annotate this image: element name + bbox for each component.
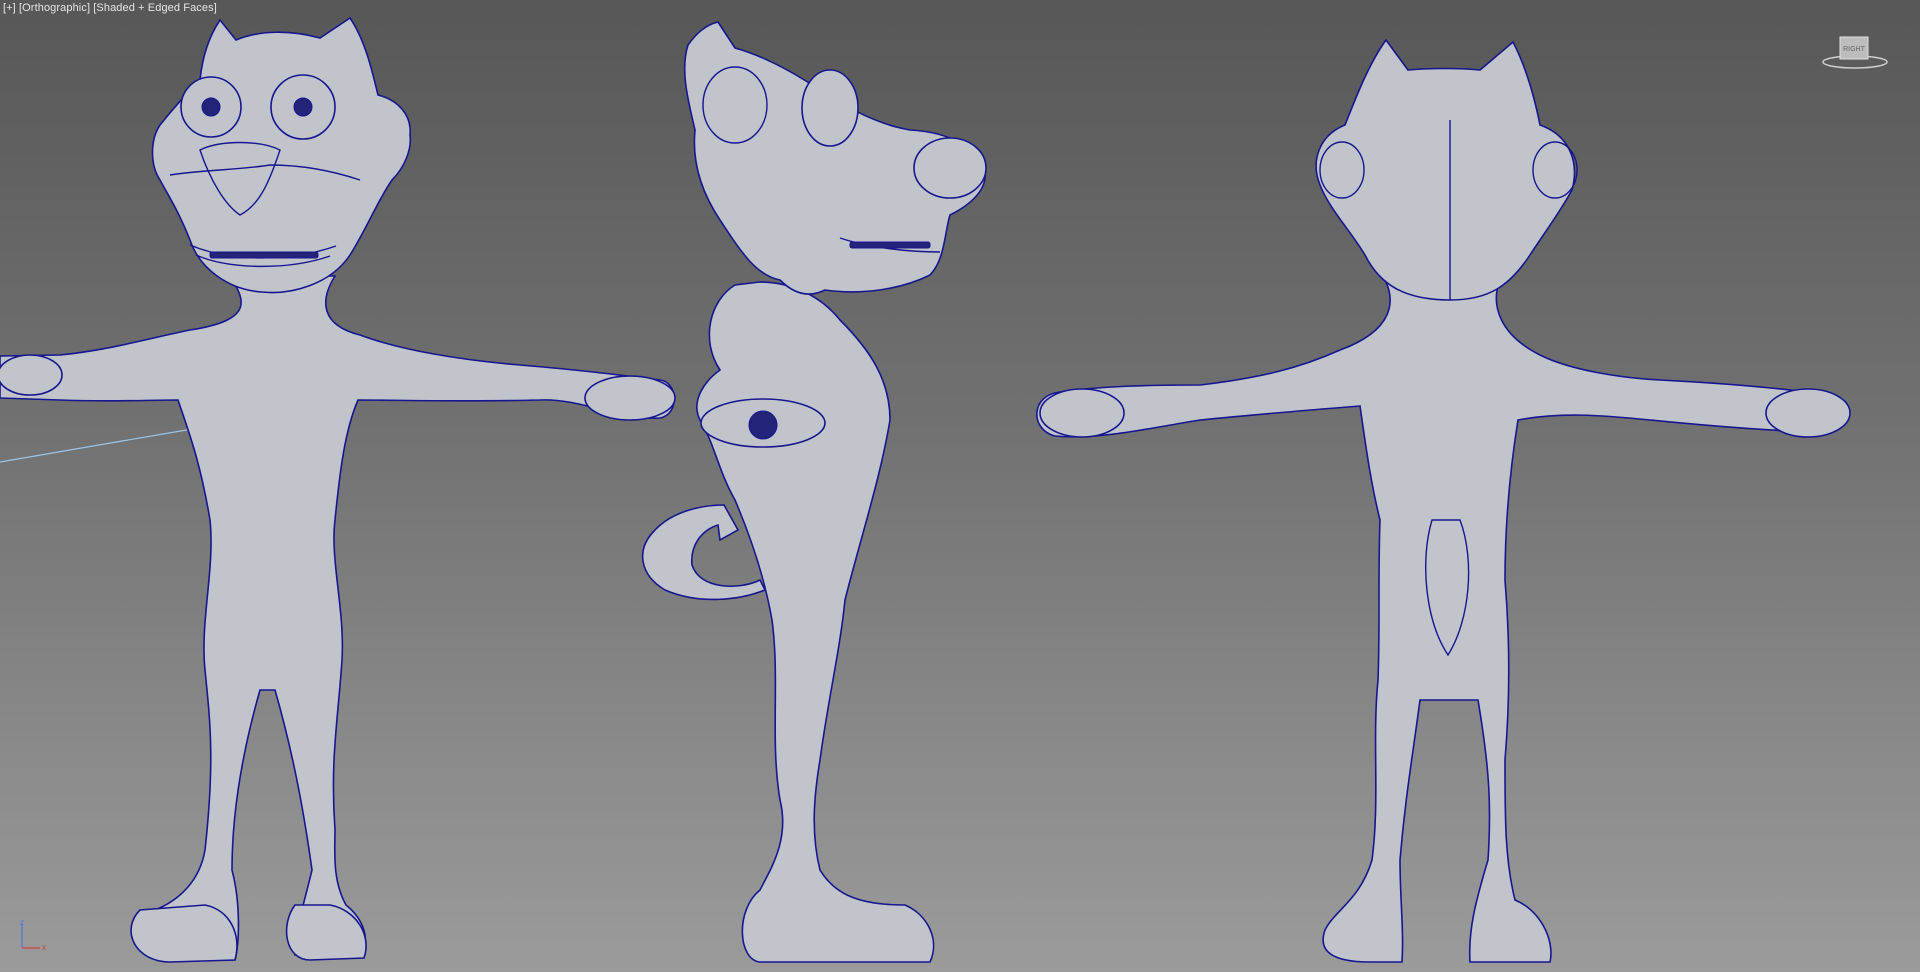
viewcube-icon[interactable]: RIGHT	[1820, 32, 1890, 72]
character-front-view[interactable]	[0, 16, 676, 963]
character-side-view[interactable]	[641, 21, 987, 963]
viewcube-face-label: RIGHT	[1843, 46, 1866, 53]
back-head	[1315, 38, 1576, 301]
axis-z-label: z	[20, 918, 24, 927]
axis-tripod-icon: z x	[18, 918, 52, 952]
front-body	[0, 275, 675, 961]
character-back-view[interactable]	[1036, 38, 1851, 963]
scene-canvas[interactable]	[0, 0, 1920, 972]
back-body	[1036, 279, 1848, 963]
selection-line	[0, 427, 199, 463]
axis-x-label: x	[42, 943, 46, 952]
viewport-orthographic[interactable]: [+] [Orthographic] [Shaded + Edged Faces…	[0, 0, 1920, 972]
front-head	[151, 16, 412, 294]
side-body	[696, 281, 935, 963]
